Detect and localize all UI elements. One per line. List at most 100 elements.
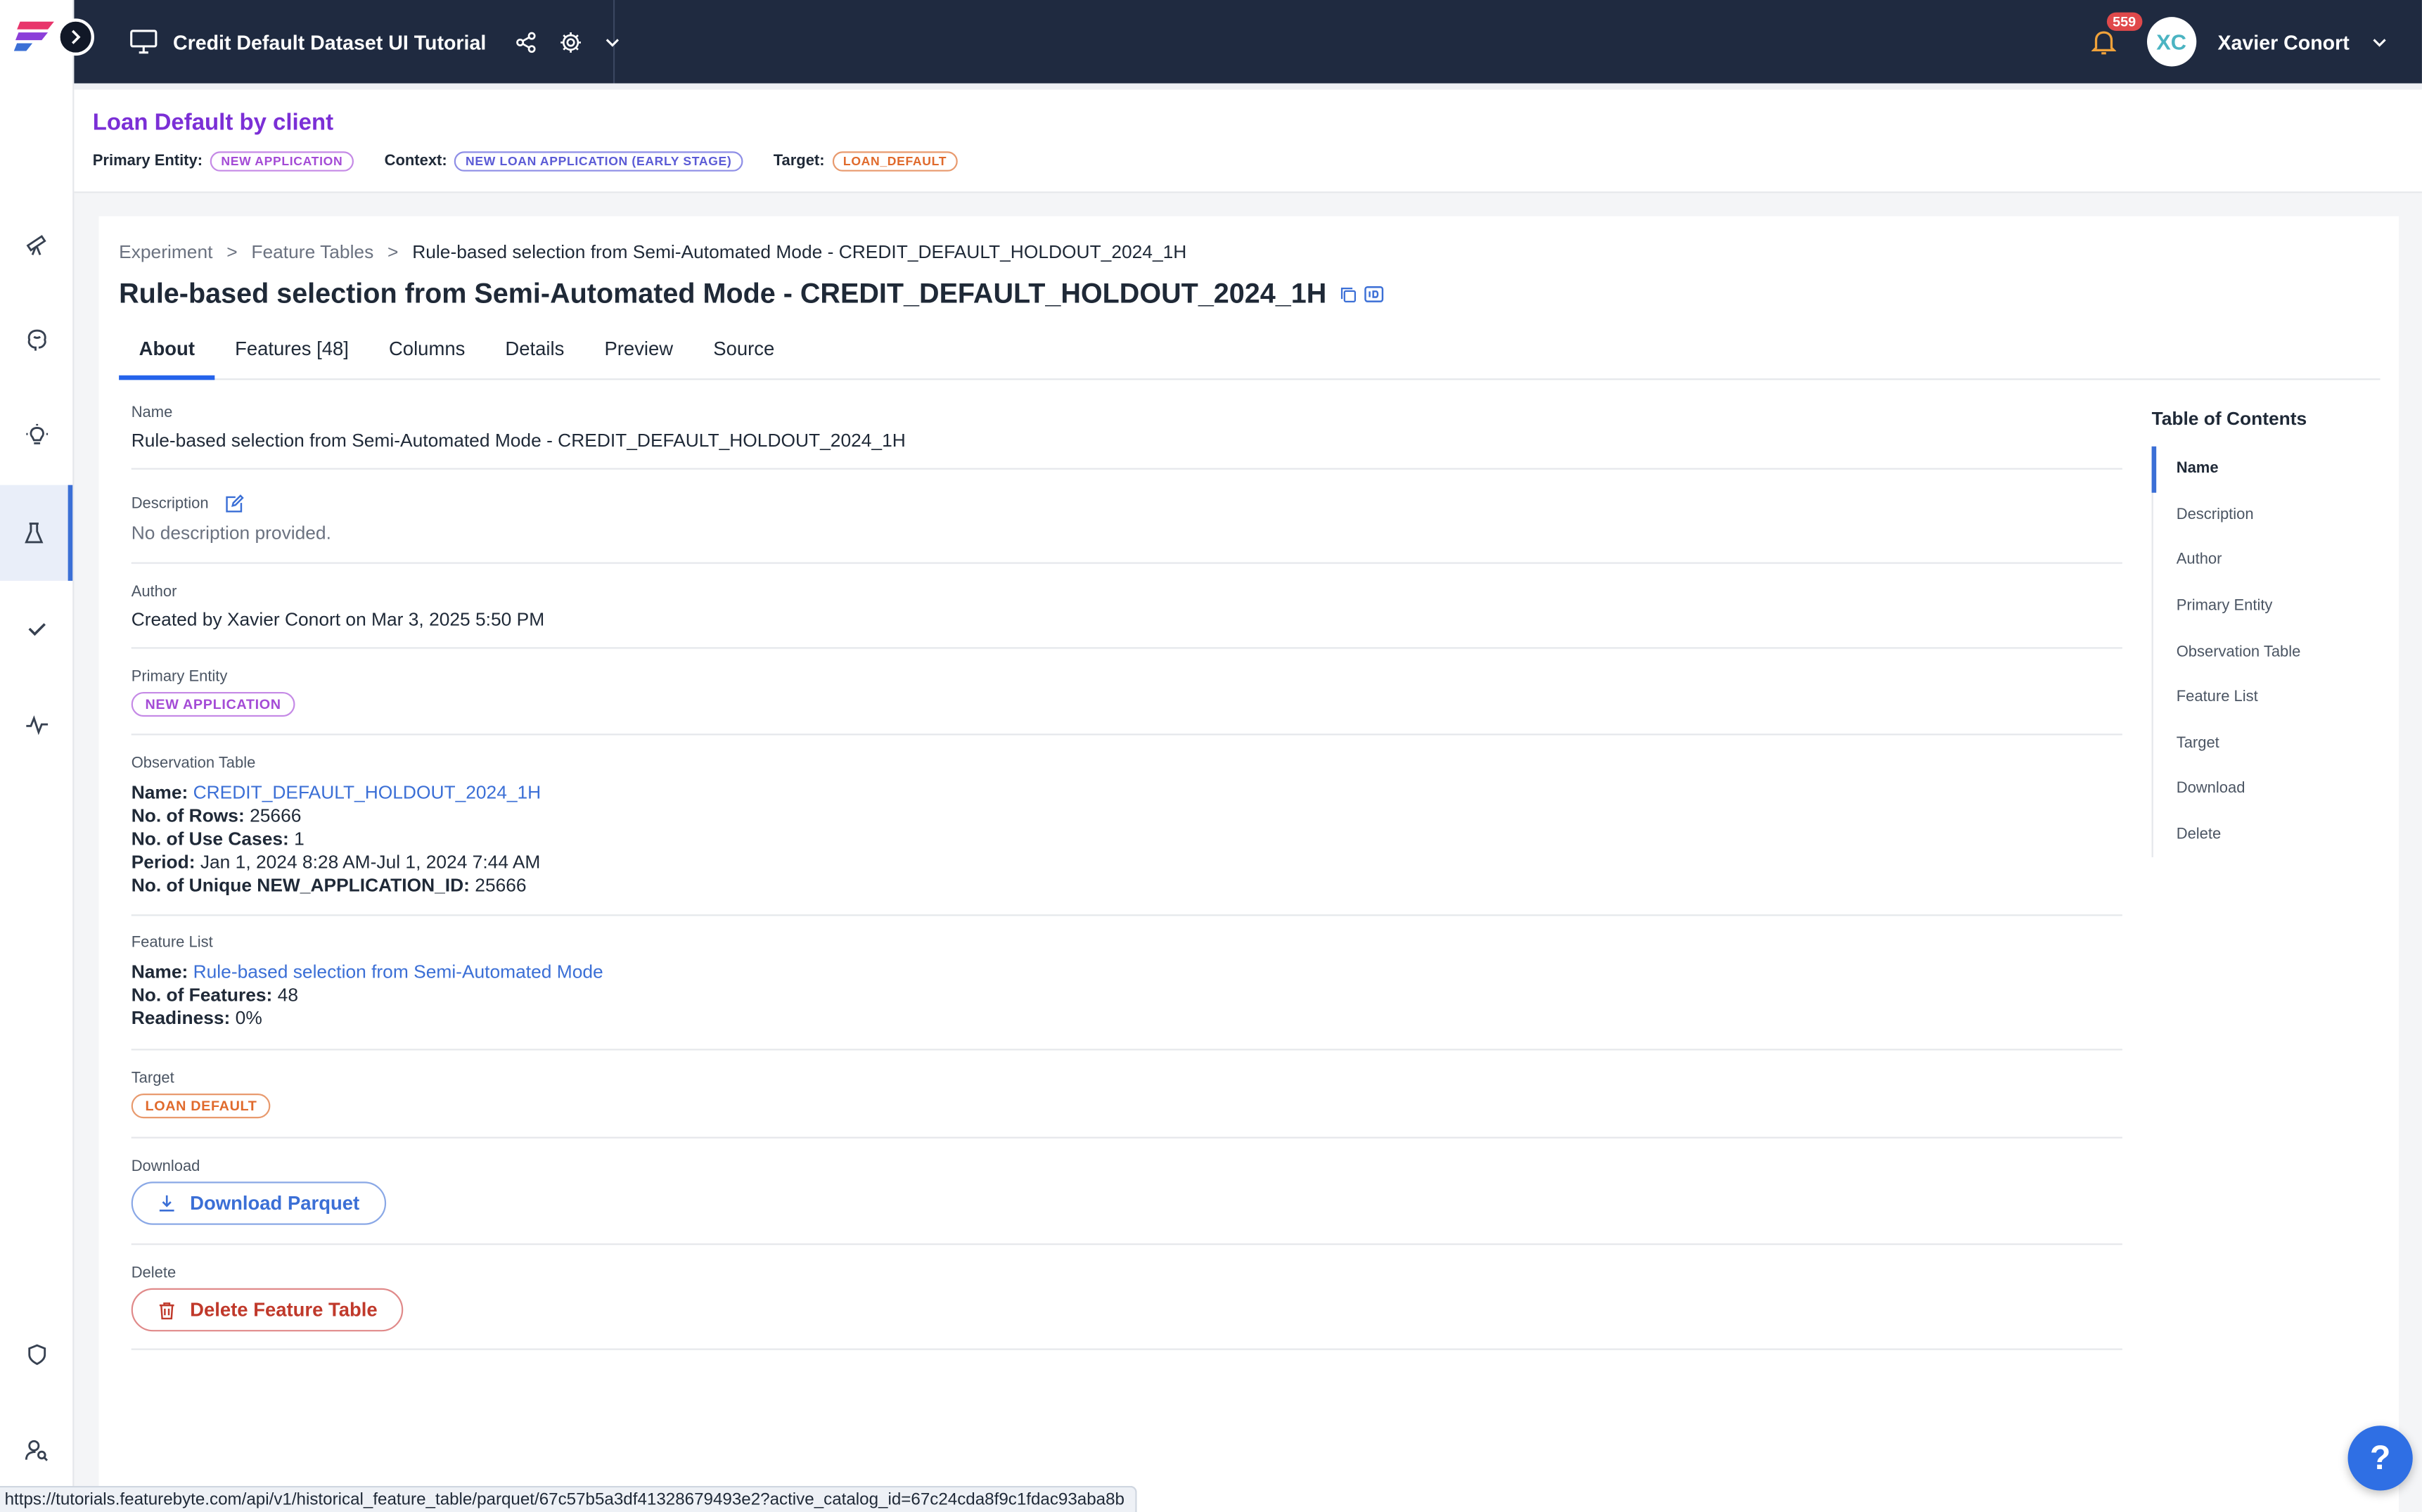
fl-features-value: 48: [277, 984, 299, 1006]
featurebyte-logo[interactable]: [13, 17, 57, 54]
toc-item-author[interactable]: Author: [2153, 538, 2383, 584]
primary-entity-section-label: Primary Entity: [131, 669, 228, 686]
obs-rows-value: 25666: [250, 805, 302, 827]
context-title[interactable]: Loan Default by client: [93, 110, 333, 136]
user-menu-chevron-down-icon[interactable]: [2371, 33, 2388, 50]
target-label: Target:: [773, 153, 825, 170]
breadcrumb-experiment[interactable]: Experiment: [119, 241, 212, 263]
fl-features-key: No. of Features:: [131, 984, 273, 1006]
trash-icon: [159, 1301, 174, 1319]
context-label: Context:: [384, 153, 447, 170]
rail-shield-icon[interactable]: [0, 1307, 72, 1402]
project-title: Credit Default Dataset UI Tutorial: [172, 30, 487, 53]
delete-label: Delete: [131, 1264, 177, 1283]
gear-icon[interactable]: [559, 30, 582, 53]
tab-features[interactable]: Features [48]: [215, 326, 369, 380]
page-title: Rule-based selection from Semi-Automated…: [119, 278, 1327, 309]
obs-unique-value: 25666: [475, 874, 527, 896]
primary-entity-label: Primary Entity:: [92, 153, 203, 170]
rail-activity-icon[interactable]: [0, 677, 72, 772]
obs-period-value: Jan 1, 2024 8:28 AM-Jul 1, 2024 7:44 AM: [200, 851, 541, 873]
download-icon: [159, 1195, 174, 1212]
edit-pencil-icon[interactable]: [224, 494, 245, 515]
toc-item-delete[interactable]: Delete: [2153, 812, 2383, 858]
feature-list-section: Feature List Name: Rule-based selection …: [131, 934, 2122, 1051]
delete-section: Delete Delete Feature Table: [131, 1264, 2122, 1350]
primary-entity-pill: NEW APPLICATION: [131, 691, 295, 717]
monitor-icon: [129, 30, 158, 54]
rail-brain-icon[interactable]: [0, 292, 72, 387]
tab-about[interactable]: About: [119, 326, 215, 380]
rail-check-icon[interactable]: [0, 581, 72, 677]
toc-item-observation-table[interactable]: Observation Table: [2153, 629, 2383, 675]
tab-columns[interactable]: Columns: [369, 326, 485, 380]
observation-table-link[interactable]: CREDIT_DEFAULT_HOLDOUT_2024_1H: [193, 781, 542, 803]
notifications-button[interactable]: 559: [2091, 12, 2142, 56]
delete-feature-table-button[interactable]: Delete Feature Table: [131, 1288, 404, 1332]
fl-readiness-key: Readiness:: [131, 1007, 231, 1029]
toc-item-feature-list[interactable]: Feature List: [2153, 675, 2383, 721]
target-section-label: Target: [131, 1070, 174, 1088]
project-selector[interactable]: Credit Default Dataset UI Tutorial: [74, 0, 619, 84]
toc-title: Table of Contents: [2151, 407, 2307, 430]
table-of-contents: Name Description Author Primary Entity O…: [2151, 446, 2383, 858]
toc-item-name[interactable]: Name: [2151, 446, 2383, 492]
primary-entity-section: Primary Entity NEW APPLICATION: [131, 669, 2122, 736]
target-section: Target LOAN DEFAULT: [131, 1070, 2122, 1139]
avatar[interactable]: XC: [2146, 17, 2196, 67]
target-pill: LOAN DEFAULT: [131, 1094, 271, 1119]
feature-list-label: Feature List: [131, 934, 213, 952]
tab-bar: About Features [48] Columns Details Prev…: [119, 326, 2381, 380]
download-parquet-label: Download Parquet: [190, 1192, 360, 1215]
rail-lightbulb-icon[interactable]: [0, 387, 72, 483]
observation-table-section: Observation Table Name: CREDIT_DEFAULT_H…: [131, 755, 2122, 916]
tab-details[interactable]: Details: [485, 326, 584, 380]
tab-source[interactable]: Source: [693, 326, 795, 380]
name-value: Rule-based selection from Semi-Automated…: [131, 429, 906, 451]
author-value: Created by Xavier Conort on Mar 3, 2025 …: [131, 608, 545, 631]
rail-user-search-icon[interactable]: [0, 1402, 72, 1498]
help-button[interactable]: ?: [2347, 1425, 2413, 1491]
status-bar-url: https://tutorials.featurebyte.com/api/v1…: [0, 1485, 1137, 1512]
delete-feature-table-label: Delete Feature Table: [190, 1299, 378, 1321]
breadcrumb: Experiment > Feature Tables > Rule-based…: [119, 241, 1186, 263]
toc-item-primary-entity[interactable]: Primary Entity: [2153, 584, 2383, 629]
sidebar-expand-button[interactable]: [57, 18, 94, 56]
rail-flask-icon[interactable]: [0, 485, 73, 581]
bell-icon: [2091, 31, 2116, 55]
breadcrumb-current: Rule-based selection from Semi-Automated…: [412, 241, 1187, 263]
breadcrumb-separator: >: [226, 241, 238, 263]
obs-rows-key: No. of Rows:: [131, 805, 245, 827]
obs-usecases-key: No. of Use Cases:: [131, 828, 289, 850]
breadcrumb-feature-tables[interactable]: Feature Tables: [251, 241, 373, 263]
rail-telescope-icon[interactable]: [0, 196, 72, 292]
notification-count-badge: 559: [2106, 12, 2142, 31]
description-label: Description: [131, 496, 209, 513]
observation-table-label: Observation Table: [131, 755, 256, 773]
tab-preview[interactable]: Preview: [584, 326, 693, 380]
fl-name-key: Name:: [131, 961, 188, 982]
chevron-down-icon[interactable]: [603, 33, 620, 50]
context-header: Loan Default by client Primary Entity: N…: [74, 83, 2422, 193]
name-section: Name Rule-based selection from Semi-Auto…: [131, 404, 2122, 470]
top-bar: Credit Default Dataset UI Tutorial 559 X…: [74, 0, 2422, 84]
toc-item-download[interactable]: Download: [2153, 767, 2383, 812]
copy-icon[interactable]: [1339, 285, 1357, 303]
description-value: No description provided.: [131, 522, 331, 544]
obs-usecases-value: 1: [294, 828, 305, 850]
id-card-icon[interactable]: [1364, 284, 1384, 305]
author-label: Author: [131, 584, 177, 601]
fl-readiness-value: 0%: [235, 1007, 262, 1029]
feature-list-link[interactable]: Rule-based selection from Semi-Automated…: [193, 961, 603, 982]
chevron-right-icon: [71, 30, 81, 44]
description-section: Description No description provided.: [131, 494, 2122, 564]
primary-entity-badge: NEW APPLICATION: [210, 151, 354, 172]
obs-unique-key: No. of Unique NEW_APPLICATION_ID:: [131, 874, 470, 896]
toc-item-target[interactable]: Target: [2153, 721, 2383, 767]
name-label: Name: [131, 404, 173, 422]
breadcrumb-separator: >: [387, 241, 399, 263]
download-parquet-button[interactable]: Download Parquet: [131, 1181, 386, 1225]
share-icon[interactable]: [514, 30, 537, 53]
user-name[interactable]: Xavier Conort: [2217, 30, 2349, 53]
toc-item-description[interactable]: Description: [2153, 492, 2383, 538]
